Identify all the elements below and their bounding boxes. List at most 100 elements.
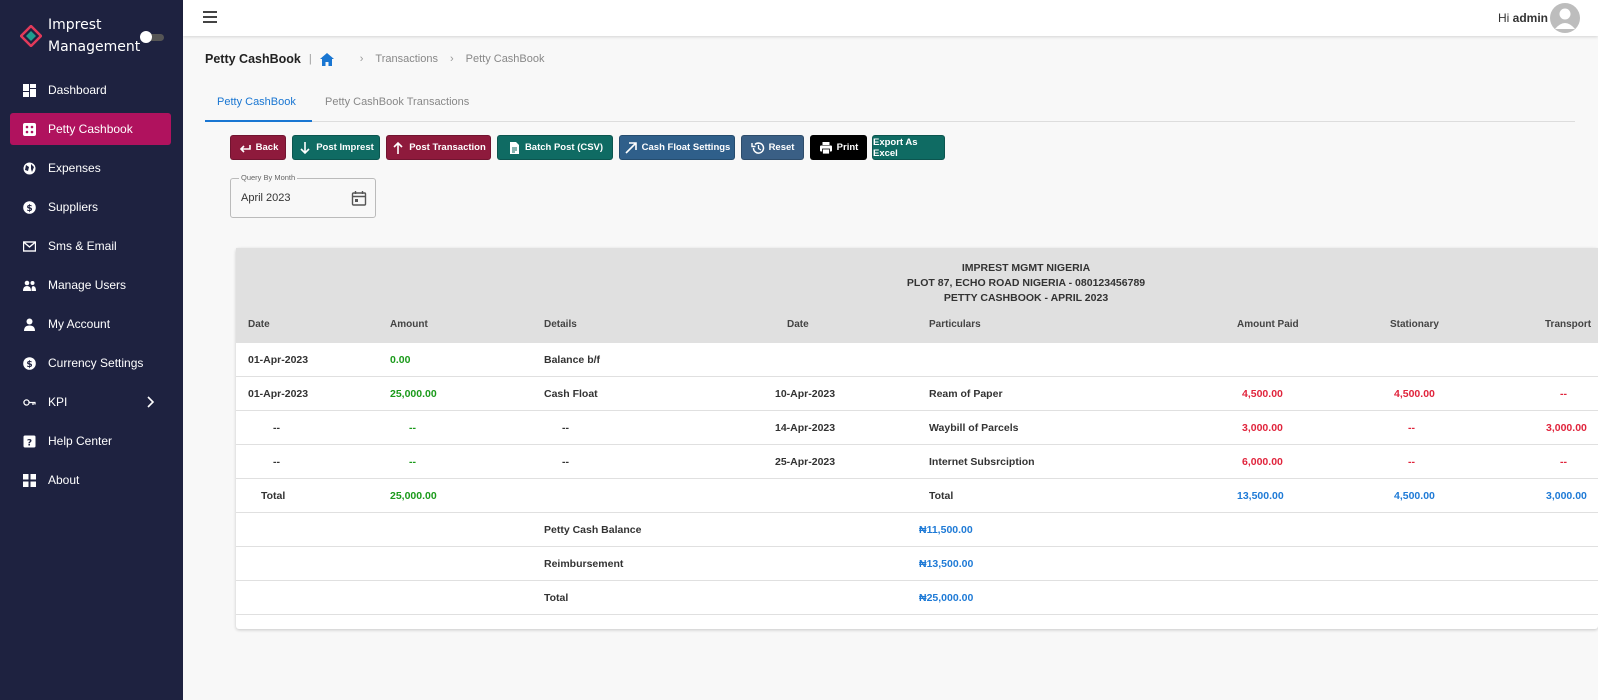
total-amount-paid: 13,500.00 (1237, 490, 1284, 502)
cell-amount-paid: 4,500.00 (1242, 388, 1283, 400)
company-address: PLOT 87, ECHO ROAD NIGERIA - 08012345678… (906, 277, 1146, 289)
svg-text:?: ? (27, 438, 32, 448)
cell-particulars: Internet Subsrciption (929, 456, 1035, 468)
table-header: IMPREST MGMT NIGERIA PLOT 87, ECHO ROAD … (236, 248, 1598, 343)
reset-button[interactable]: Reset (741, 135, 804, 160)
sidebar-item-manage-users[interactable]: Manage Users (10, 269, 171, 301)
total-transport: 3,000.00 (1546, 490, 1587, 502)
cell-particulars: Waybill of Parcels (929, 422, 1019, 434)
chevron-right-icon: › (449, 53, 454, 65)
sidebar-item-sms-email[interactable]: Sms & Email (10, 230, 171, 262)
column-header-amount: Amount (390, 319, 428, 330)
tab-petty-cashbook[interactable]: Petty CashBook (205, 90, 312, 122)
sidebar-item-petty-cashbook[interactable]: Petty Cashbook (10, 113, 171, 145)
user-greeting: Hi admin (1498, 11, 1548, 25)
brand[interactable]: Imprest Management (20, 14, 140, 58)
breadcrumb-separator: | (308, 53, 312, 65)
sidebar-item-dashboard[interactable]: Dashboard (10, 74, 171, 106)
summary-row: Reimbursement ₦13,500.00 (236, 547, 1598, 581)
globe-icon (23, 162, 36, 175)
cell-date-2: 14-Apr-2023 (775, 422, 836, 434)
sidebar-item-help-center[interactable]: ? Help Center (10, 425, 171, 457)
sidebar-item-label: Expenses (48, 161, 101, 175)
sidebar: Imprest Management Dashboard Petty Cashb… (0, 0, 183, 700)
sidebar-item-label: My Account (48, 317, 111, 331)
back-arrow-icon (238, 141, 252, 155)
table-row: -- -- -- 14-Apr-2023 Waybill of Parcels … (236, 411, 1598, 445)
sidebar-item-my-account[interactable]: My Account (10, 308, 171, 340)
breadcrumb-item-transactions[interactable]: Transactions (375, 53, 438, 65)
cell-stationary: 4,500.00 (1394, 388, 1435, 400)
cell-stationary: -- (1408, 456, 1415, 468)
column-header-details: Details (544, 319, 577, 330)
chevron-right-icon: › (359, 53, 364, 65)
cell-amount-paid: 6,000.00 (1242, 456, 1283, 468)
arrow-up-icon (391, 141, 405, 155)
column-header-transport: Transport (1545, 319, 1592, 330)
arrow-diagonal-icon (624, 141, 638, 155)
total-label-2: Total (929, 490, 954, 502)
people-icon (23, 279, 36, 292)
cell-date-2: 10-Apr-2023 (775, 388, 836, 400)
post-transaction-button[interactable]: Post Transaction (386, 135, 491, 160)
column-header-stationary: Stationary (1390, 319, 1439, 330)
sidebar-nav: Dashboard Petty Cashbook Expenses $ Supp… (10, 74, 171, 503)
menu-icon[interactable] (203, 11, 217, 23)
query-month-field[interactable]: Query By Month April 2023 (230, 173, 376, 218)
cell-details: -- (562, 456, 569, 468)
dollar-icon: $ (23, 200, 36, 214)
cell-details: -- (562, 422, 569, 434)
cell-date: -- (273, 456, 280, 468)
total-row: Total 25,000.00 Total 13,500.00 4,500.00… (236, 479, 1598, 513)
sidebar-item-currency-settings[interactable]: $ Currency Settings (10, 347, 171, 379)
cell-date: 01-Apr-2023 (248, 388, 309, 400)
sidebar-item-label: About (48, 473, 80, 487)
post-imprest-button-label: Post Imprest (316, 142, 374, 153)
home-icon[interactable] (319, 52, 334, 66)
query-month-value[interactable]: April 2023 (241, 192, 291, 204)
summary-value: ₦25,000.00 (919, 592, 974, 604)
column-header-amount-paid: Amount Paid (1237, 319, 1299, 330)
report-title: PETTY CASHBOOK - APRIL 2023 (943, 292, 1109, 304)
sidebar-item-label: Suppliers (48, 200, 99, 214)
sidebar-item-label: KPI (48, 395, 68, 409)
grid-icon (23, 473, 36, 487)
breadcrumb: Petty CashBook | › Transactions › Petty … (205, 52, 545, 66)
sidebar-item-label: Dashboard (48, 83, 107, 97)
reset-button-label: Reset (768, 142, 795, 153)
cell-amount: -- (409, 456, 416, 468)
post-transaction-button-label: Post Transaction (409, 142, 486, 153)
theme-toggle[interactable] (140, 31, 164, 43)
sidebar-item-label: Sms & Email (48, 239, 117, 253)
avatar[interactable] (1550, 3, 1580, 33)
mail-icon (23, 240, 36, 253)
sidebar-item-about[interactable]: About (10, 464, 171, 496)
table-row: 01-Apr-2023 0.00 Balance b/f (236, 343, 1598, 377)
tab-petty-cashbook-transactions[interactable]: Petty CashBook Transactions (320, 90, 469, 122)
summary-label: Petty Cash Balance (544, 524, 642, 536)
sidebar-item-kpi[interactable]: KPI (10, 386, 171, 418)
cell-stationary: -- (1408, 422, 1415, 434)
arrow-down-icon (298, 141, 312, 155)
print-button[interactable]: Print (810, 135, 867, 160)
cashbook-table: IMPREST MGMT NIGERIA PLOT 87, ECHO ROAD … (236, 248, 1598, 629)
batch-post-csv-button[interactable]: Batch Post (CSV) (497, 135, 613, 160)
key-icon (23, 396, 36, 409)
sidebar-item-suppliers[interactable]: $ Suppliers (10, 191, 171, 223)
summary-row: Petty Cash Balance ₦11,500.00 (236, 513, 1598, 547)
cell-transport: -- (1560, 388, 1567, 400)
export-excel-button-label: Export As Excel (873, 136, 918, 159)
cell-amount-paid: 3,000.00 (1242, 422, 1283, 434)
cell-particulars: Ream of Paper (929, 388, 1003, 400)
column-header-particulars: Particulars (929, 319, 981, 330)
post-imprest-button[interactable]: Post Imprest (292, 135, 380, 160)
summary-label: Reimbursement (544, 558, 624, 570)
calendar-icon[interactable] (351, 190, 367, 206)
print-button-label: Print (836, 142, 859, 153)
cell-amount: -- (409, 422, 416, 434)
sidebar-item-label: Currency Settings (48, 356, 144, 370)
export-excel-button[interactable]: Export As Excel (872, 135, 945, 160)
sidebar-item-expenses[interactable]: Expenses (10, 152, 171, 184)
back-button[interactable]: Back (230, 135, 286, 160)
cash-float-settings-button[interactable]: Cash Float Settings (619, 135, 735, 160)
